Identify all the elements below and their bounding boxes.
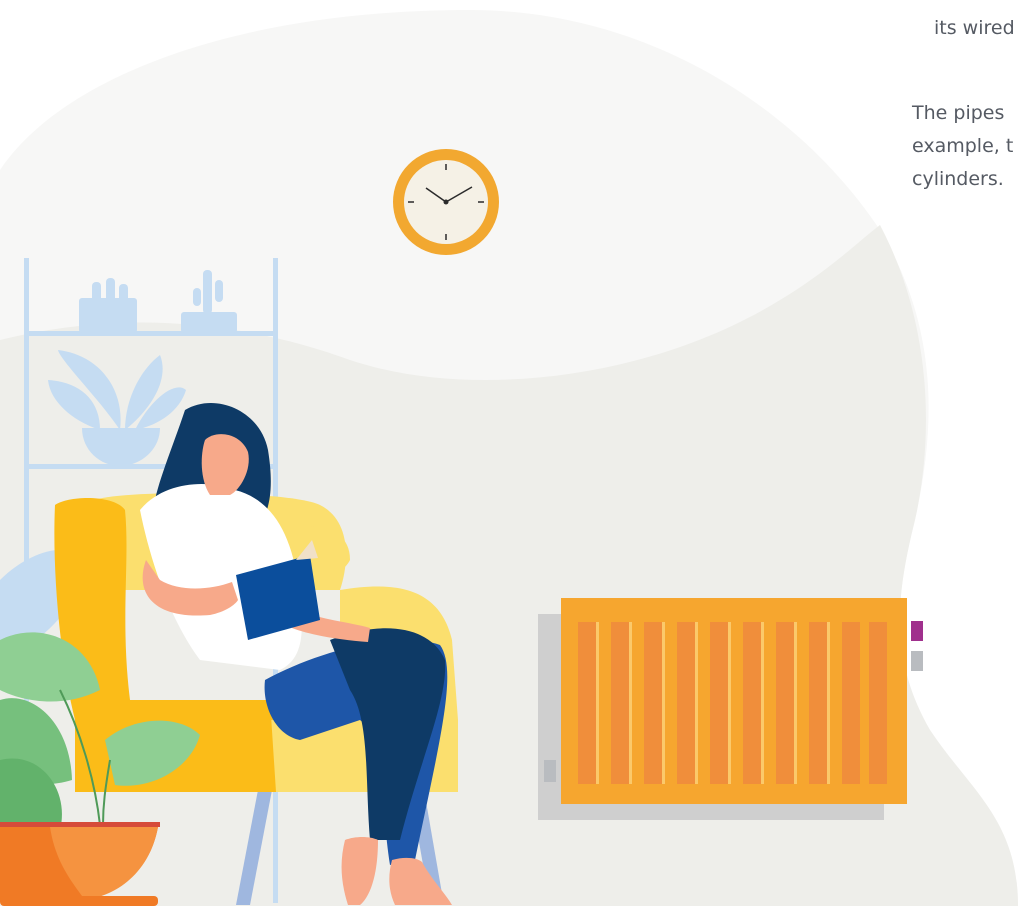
paragraph-line: The pipes	[912, 102, 1005, 124]
paragraph-line: cylinders.	[912, 168, 1004, 190]
swatch-gray	[911, 651, 923, 671]
wall-clock-icon	[393, 149, 499, 255]
paragraph-line: example, t	[912, 135, 1014, 157]
swatch-purple	[911, 621, 923, 641]
text-fragment-top: its wired	[934, 17, 1015, 39]
radiator	[538, 598, 907, 820]
reading-room-illustration	[0, 10, 1018, 906]
paragraph-fragment: The pipes example, t cylinders.	[912, 97, 1013, 196]
